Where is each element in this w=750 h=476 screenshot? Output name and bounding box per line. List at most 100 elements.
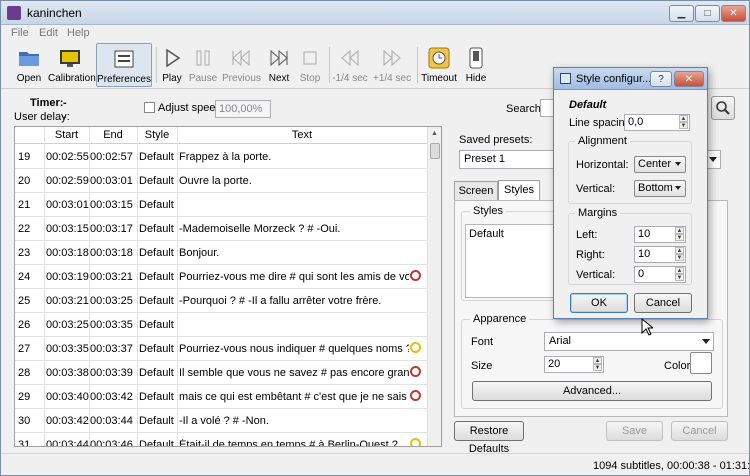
table-row[interactable]: 21 00:03:01 00:03:15 Default <box>15 193 427 217</box>
saved-presets-label: Saved presets: <box>459 134 533 146</box>
hide-button[interactable]: Hide <box>462 43 490 87</box>
styles-list[interactable]: Default <box>465 224 559 298</box>
spin-up-icon[interactable]: ▲ <box>675 227 684 234</box>
table-row[interactable]: 20 00:02:59 00:03:01 Default Ouvre la porte. <box>15 169 427 193</box>
cell-end: 00:03:01 <box>90 175 133 187</box>
menu-bar: File Edit Help <box>1 25 749 41</box>
cell-start: 00:03:15 <box>46 223 89 235</box>
cell-style: Default <box>139 439 174 447</box>
cell-n: 31 <box>18 439 31 447</box>
cell-end: 00:02:57 <box>90 151 133 163</box>
cancel-button[interactable]: Cancel <box>671 421 728 441</box>
styles-group-label: Styles <box>470 205 506 217</box>
next-button[interactable]: Next <box>265 43 293 87</box>
spin-up-icon[interactable]: ▲ <box>675 247 684 254</box>
stop-button[interactable]: Stop <box>297 43 323 87</box>
cell-style: Default <box>139 295 174 307</box>
speed-field[interactable]: 100,00% <box>215 100 271 118</box>
spin-up-icon[interactable]: ▲ <box>679 115 688 122</box>
table-row[interactable]: 19 00:02:55 00:02:57 Default Frappez à la po… <box>15 145 427 169</box>
spin-down-icon[interactable]: ▼ <box>679 122 688 129</box>
menu-help[interactable]: Help <box>67 27 90 39</box>
title-bar: kaninchen ▁ □ ✕ <box>1 1 749 25</box>
user-delay-value: - <box>63 111 67 123</box>
cell-start: 00:03:18 <box>46 247 89 259</box>
scroll-thumb[interactable] <box>430 143 440 159</box>
margin-right-label: Right: <box>576 249 605 261</box>
scroll-up-icon[interactable]: ▲ <box>431 130 438 137</box>
dialog-cancel-button[interactable]: Cancel <box>634 293 692 313</box>
cell-start: 00:03:44 <box>46 439 89 447</box>
presets-dropdown[interactable]: Preset 1 <box>459 150 559 169</box>
table-row[interactable]: 24 00:03:19 00:03:21 Default Pourriez-vous m… <box>15 265 427 289</box>
table-row[interactable]: 28 00:03:38 00:03:39 Default Il semble que v… <box>15 361 427 385</box>
timeout-button[interactable]: Timeout <box>421 43 457 87</box>
calibration-button[interactable]: Calibration <box>48 43 96 87</box>
ok-button[interactable]: OK <box>570 293 628 313</box>
table-row[interactable]: 26 00:03:25 00:03:35 Default <box>15 313 427 337</box>
preferences-button[interactable]: Preferences <box>96 43 152 87</box>
table-row[interactable]: 23 00:03:18 00:03:18 Default Bonjour. <box>15 241 427 265</box>
table-row[interactable]: 31 00:03:44 00:03:46 Default Était-il de tem… <box>15 433 427 447</box>
maximize-button[interactable]: □ <box>695 5 720 22</box>
cell-style: Default <box>139 391 174 403</box>
cell-text: -Mademoiselle Morzeck ? # -Oui. <box>179 223 341 235</box>
plus-quarter-sec-button[interactable]: +1/4 sec <box>373 43 411 87</box>
minus-quarter-sec-button[interactable]: -1/4 sec <box>332 43 368 87</box>
spin-down-icon[interactable]: ▼ <box>675 274 684 281</box>
font-dropdown[interactable]: Arial <box>544 332 714 351</box>
clock-warning-icon <box>410 270 421 281</box>
open-label: Open <box>16 73 42 84</box>
toolbar-separator <box>417 47 418 83</box>
calibration-label: Calibration <box>48 73 96 84</box>
spin-up-icon[interactable]: ▲ <box>675 267 684 274</box>
open-button[interactable]: Open <box>9 43 49 87</box>
table-scrollbar[interactable]: ▲ <box>427 127 441 446</box>
margin-left-value: 10 <box>638 228 651 240</box>
spin-up-icon[interactable]: ▲ <box>593 357 602 364</box>
play-icon <box>166 48 181 68</box>
cell-style: Default <box>139 151 174 163</box>
minimize-button[interactable]: ▁ <box>669 5 694 22</box>
search-button[interactable] <box>711 96 735 120</box>
adjust-speed-checkbox[interactable] <box>144 102 155 113</box>
margin-left-stepper[interactable]: 10 ▲ ▼ <box>634 226 686 243</box>
dialog-close-button[interactable]: ✕ <box>674 71 704 87</box>
calibration-icon <box>60 50 80 67</box>
color-swatch[interactable] <box>690 352 712 374</box>
style-name-heading: Default <box>569 99 607 111</box>
cell-start: 00:03:01 <box>46 199 89 211</box>
margin-right-stepper[interactable]: 10 ▲ ▼ <box>634 246 686 263</box>
table-row[interactable]: 22 00:03:15 00:03:17 Default -Mademoiselle M… <box>15 217 427 241</box>
spin-down-icon[interactable]: ▼ <box>675 234 684 241</box>
tab-styles[interactable]: Styles <box>498 180 540 201</box>
list-item[interactable]: Default <box>469 228 504 240</box>
menu-edit[interactable]: Edit <box>39 27 58 39</box>
col-end: End <box>103 129 123 141</box>
horizontal-dropdown[interactable]: Center <box>634 156 686 173</box>
menu-file[interactable]: File <box>11 27 29 39</box>
table-row[interactable]: 29 00:03:40 00:03:42 Default mais ce qui est… <box>15 385 427 409</box>
spin-down-icon[interactable]: ▼ <box>675 254 684 261</box>
chevron-down-icon <box>709 157 717 162</box>
line-spacing-stepper[interactable]: 0,0 ▲ ▼ <box>624 114 690 131</box>
clock-warning-icon <box>410 438 421 446</box>
previous-button[interactable]: Previous <box>222 43 261 87</box>
margin-vertical-stepper[interactable]: 0 ▲ ▼ <box>634 266 686 283</box>
size-stepper[interactable]: 20 ▲ ▼ <box>544 356 604 373</box>
tab-screen[interactable]: Screen <box>454 181 498 201</box>
vertical-dropdown[interactable]: Bottom <box>634 180 686 197</box>
table-row[interactable]: 30 00:03:42 00:03:44 Default -Il a volé ? # … <box>15 409 427 433</box>
advanced-button[interactable]: Advanced... <box>472 381 712 401</box>
chevron-down-icon <box>675 162 681 166</box>
restore-defaults-button[interactable]: Restore Defaults <box>454 421 524 455</box>
help-button[interactable]: ? <box>650 71 672 87</box>
close-button[interactable]: ✕ <box>721 5 746 22</box>
spin-down-icon[interactable]: ▼ <box>593 364 602 371</box>
table-row[interactable]: 27 00:03:35 00:03:37 Default Pourriez-vous n… <box>15 337 427 361</box>
play-button[interactable]: Play <box>159 43 185 87</box>
save-button[interactable]: Save <box>606 421 663 441</box>
pause-button[interactable]: Pause <box>188 43 218 87</box>
table-row[interactable]: 25 00:03:21 00:03:25 Default -Pourquoi ? # -… <box>15 289 427 313</box>
cell-end: 00:03:17 <box>90 223 133 235</box>
